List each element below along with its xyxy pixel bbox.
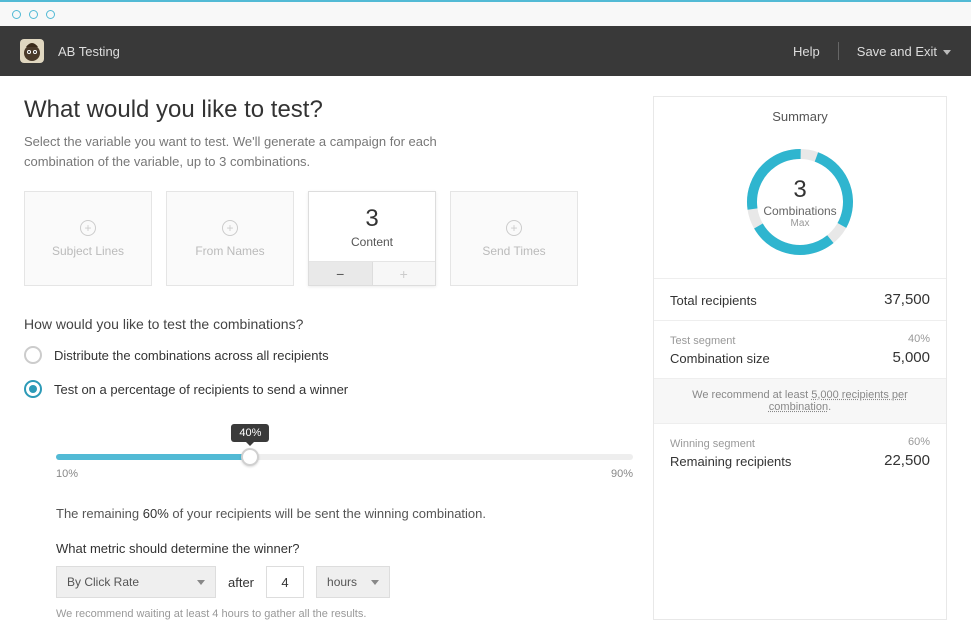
test-segment-pct: 40% xyxy=(908,333,930,345)
radio-icon xyxy=(24,346,42,364)
plus-circle-icon: + xyxy=(222,220,238,236)
slider-thumb[interactable] xyxy=(241,448,259,466)
combination-size-value: 5,000 xyxy=(892,349,930,366)
card-from-names[interactable]: + From Names xyxy=(166,191,294,286)
plus-circle-icon: + xyxy=(506,220,522,236)
app-logo-icon xyxy=(20,39,44,63)
header-title: AB Testing xyxy=(58,44,120,59)
page-subtext: Select the variable you want to test. We… xyxy=(24,132,484,171)
remaining-text: The remaining 60% of your recipients wil… xyxy=(56,506,633,521)
window-titlebar xyxy=(0,0,971,26)
recommendation-note: We recommend at least 5,000 recipients p… xyxy=(654,378,946,423)
donut-label: Combinations xyxy=(763,204,836,218)
card-label: From Names xyxy=(195,244,264,258)
total-recipients-value: 37,500 xyxy=(884,291,930,308)
metric-row: By Click Rate after hours xyxy=(56,566,633,598)
card-subject-lines[interactable]: + Subject Lines xyxy=(24,191,152,286)
test-segment-row: Test segment Combination size 40% 5,000 xyxy=(654,320,946,378)
combinations-heading: How would you like to test the combinati… xyxy=(24,316,633,332)
option-percentage-label: Test on a percentage of recipients to se… xyxy=(54,382,348,397)
combination-size-label: Combination size xyxy=(670,351,770,366)
card-count: 3 xyxy=(365,205,378,233)
card-label: Send Times xyxy=(482,244,545,258)
donut-sub: Max xyxy=(791,218,810,229)
remaining-prefix: The remaining xyxy=(56,506,139,521)
increment-button[interactable]: + xyxy=(373,262,436,285)
radio-checked-icon xyxy=(24,380,42,398)
slider-fill xyxy=(56,454,250,460)
chevron-down-icon xyxy=(197,580,205,585)
test-segment-label: Test segment xyxy=(670,335,770,347)
percentage-slider[interactable]: 40% 10% 90% xyxy=(24,414,633,486)
metric-hint: We recommend waiting at least 4 hours to… xyxy=(56,608,633,620)
decrement-button[interactable]: − xyxy=(309,262,373,285)
save-exit-label: Save and Exit xyxy=(857,44,937,59)
total-recipients-label: Total recipients xyxy=(670,293,757,308)
slider-track[interactable] xyxy=(56,454,633,460)
after-value-input[interactable] xyxy=(266,566,304,598)
plus-circle-icon: + xyxy=(80,220,96,236)
divider xyxy=(838,42,839,60)
after-label: after xyxy=(228,575,254,590)
combinations-donut: 3 Combinations Max xyxy=(740,142,860,262)
slider-min-label: 10% xyxy=(56,468,78,480)
option-distribute[interactable]: Distribute the combinations across all r… xyxy=(24,346,633,364)
winning-segment-row: Winning segment Remaining recipients 60%… xyxy=(654,423,946,481)
remaining-pct: 60% xyxy=(143,506,169,521)
traffic-light-close[interactable] xyxy=(12,10,21,19)
remaining-suffix: of your recipients will be sent the winn… xyxy=(172,506,486,521)
save-and-exit-button[interactable]: Save and Exit xyxy=(857,44,951,59)
winning-segment-label: Winning segment xyxy=(670,438,791,450)
summary-sidebar: Summary 3 Combinations Max Total recipie… xyxy=(653,96,947,620)
metric-select[interactable]: By Click Rate xyxy=(56,566,216,598)
test-variable-cards: + Subject Lines + From Names 3 Content −… xyxy=(24,191,633,286)
help-link[interactable]: Help xyxy=(793,44,820,59)
card-label: Content xyxy=(351,235,393,249)
option-percentage[interactable]: Test on a percentage of recipients to se… xyxy=(24,380,633,398)
chevron-down-icon xyxy=(371,580,379,585)
option-distribute-label: Distribute the combinations across all r… xyxy=(54,348,329,363)
card-content[interactable]: 3 Content − + xyxy=(308,191,436,286)
main-content: What would you like to test? Select the … xyxy=(24,96,633,620)
slider-tooltip: 40% xyxy=(231,424,269,442)
metric-select-value: By Click Rate xyxy=(67,575,139,589)
time-unit-select[interactable]: hours xyxy=(316,566,390,598)
card-label: Subject Lines xyxy=(52,244,124,258)
metric-heading: What metric should determine the winner? xyxy=(56,541,633,556)
winning-segment-pct: 60% xyxy=(908,436,930,448)
donut-number: 3 xyxy=(793,176,806,204)
total-recipients-row: Total recipients 37,500 xyxy=(654,278,946,320)
card-send-times[interactable]: + Send Times xyxy=(450,191,578,286)
card-stepper: − + xyxy=(309,261,435,285)
slider-max-label: 90% xyxy=(611,468,633,480)
remaining-recipients-label: Remaining recipients xyxy=(670,454,791,469)
remaining-recipients-value: 22,500 xyxy=(884,452,930,469)
recommend-prefix: We recommend at least xyxy=(692,389,808,401)
time-unit-value: hours xyxy=(327,575,357,589)
summary-title: Summary xyxy=(654,97,946,136)
chevron-down-icon xyxy=(943,50,951,55)
traffic-light-min[interactable] xyxy=(29,10,38,19)
app-header: AB Testing Help Save and Exit xyxy=(0,26,971,76)
page-heading: What would you like to test? xyxy=(24,96,633,124)
traffic-light-max[interactable] xyxy=(46,10,55,19)
